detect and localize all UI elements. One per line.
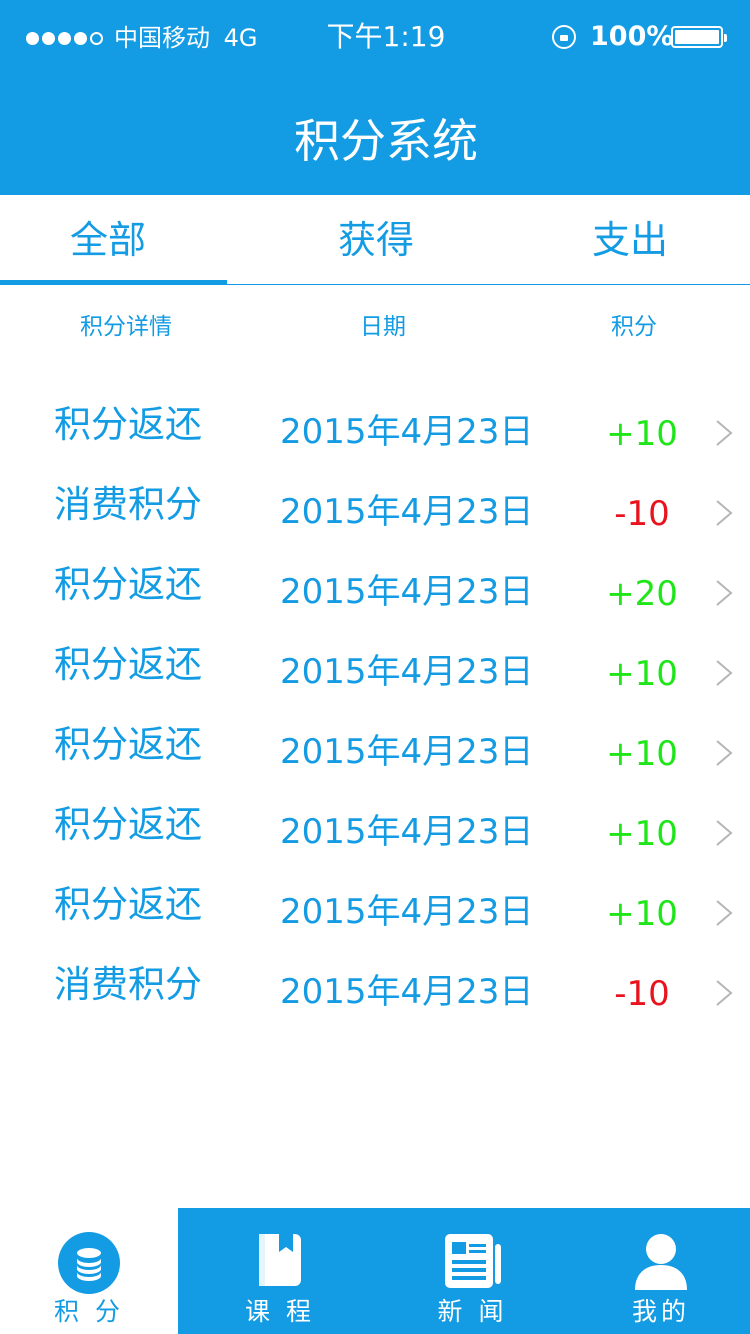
chevron-right-icon bbox=[716, 740, 733, 766]
active-tab-indicator bbox=[0, 280, 227, 285]
rotation-lock-icon bbox=[552, 25, 576, 49]
record-date: 2015年4月23日 bbox=[280, 732, 534, 772]
column-header-points: 积分 bbox=[611, 314, 657, 340]
nav-label-points: 积 分 bbox=[54, 1297, 124, 1326]
nav-item-news[interactable]: 新 闻 bbox=[380, 1208, 565, 1334]
chevron-right-icon bbox=[716, 900, 733, 926]
filter-tabs: 全部 获得 支出 bbox=[0, 195, 750, 285]
page-title: 积分系统 bbox=[294, 114, 478, 168]
battery-percentage: 100% bbox=[590, 21, 674, 52]
nav-label-courses: 课 程 bbox=[245, 1297, 315, 1326]
nav-item-courses[interactable]: 课 程 bbox=[190, 1208, 370, 1334]
chevron-right-icon bbox=[716, 500, 733, 526]
record-title: 积分返还 bbox=[54, 883, 202, 926]
nav-label-news: 新 闻 bbox=[437, 1297, 508, 1326]
record-row[interactable]: 积分返还 2015年4月23日 +10 bbox=[0, 718, 750, 798]
record-title: 消费积分 bbox=[54, 963, 202, 1006]
record-title: 积分返还 bbox=[54, 803, 202, 846]
status-bar: 中国移动 4G 下午1:19 100% bbox=[0, 0, 750, 76]
record-points: +10 bbox=[606, 414, 678, 454]
coin-stack-icon bbox=[58, 1232, 120, 1294]
record-title: 积分返还 bbox=[54, 723, 202, 766]
record-points: -10 bbox=[614, 494, 670, 534]
nav-label-me: 我的 bbox=[631, 1297, 690, 1326]
record-date: 2015年4月23日 bbox=[280, 652, 534, 692]
record-points: +10 bbox=[606, 814, 678, 854]
chevron-right-icon bbox=[716, 420, 733, 446]
record-points: +20 bbox=[606, 574, 678, 614]
record-points: -10 bbox=[614, 974, 670, 1014]
chevron-right-icon bbox=[716, 980, 733, 1006]
chevron-right-icon bbox=[716, 580, 733, 606]
record-row[interactable]: 积分返还 2015年4月23日 +10 bbox=[0, 638, 750, 718]
tab-earned[interactable]: 获得 bbox=[338, 215, 414, 265]
battery-icon bbox=[671, 26, 727, 48]
record-points: +10 bbox=[606, 654, 678, 694]
record-row[interactable]: 积分返还 2015年4月23日 +10 bbox=[0, 398, 750, 478]
record-title: 积分返还 bbox=[54, 643, 202, 686]
record-row[interactable]: 消费积分 2015年4月23日 -10 bbox=[0, 478, 750, 558]
record-row[interactable]: 消费积分 2015年4月23日 -10 bbox=[0, 958, 750, 1038]
record-date: 2015年4月23日 bbox=[280, 492, 534, 532]
record-date: 2015年4月23日 bbox=[280, 412, 534, 452]
bottom-nav: 积 分 课 程 新 闻 我的 bbox=[0, 1208, 750, 1334]
column-header-date: 日期 bbox=[360, 314, 406, 340]
record-date: 2015年4月23日 bbox=[280, 812, 534, 852]
newspaper-icon bbox=[444, 1234, 501, 1288]
user-icon bbox=[635, 1234, 687, 1290]
record-points: +10 bbox=[606, 894, 678, 934]
column-header-detail: 积分详情 bbox=[80, 314, 172, 340]
tab-spent[interactable]: 支出 bbox=[592, 215, 668, 265]
record-row[interactable]: 积分返还 2015年4月23日 +10 bbox=[0, 798, 750, 878]
record-title: 消费积分 bbox=[54, 483, 202, 526]
record-date: 2015年4月23日 bbox=[280, 572, 534, 612]
record-row[interactable]: 积分返还 2015年4月23日 +10 bbox=[0, 878, 750, 958]
app-header: 中国移动 4G 下午1:19 100% 积分系统 bbox=[0, 0, 750, 195]
nav-item-points[interactable]: 积 分 bbox=[0, 1208, 178, 1334]
record-points: +10 bbox=[606, 734, 678, 774]
chevron-right-icon bbox=[716, 660, 733, 686]
chevron-right-icon bbox=[716, 820, 733, 846]
record-row[interactable]: 积分返还 2015年4月23日 +20 bbox=[0, 558, 750, 638]
record-title: 积分返还 bbox=[54, 563, 202, 606]
book-icon bbox=[259, 1234, 301, 1286]
record-date: 2015年4月23日 bbox=[280, 892, 534, 932]
record-date: 2015年4月23日 bbox=[280, 972, 534, 1012]
tab-all[interactable]: 全部 bbox=[70, 215, 146, 265]
record-title: 积分返还 bbox=[54, 403, 202, 446]
nav-item-me[interactable]: 我的 bbox=[572, 1208, 750, 1334]
